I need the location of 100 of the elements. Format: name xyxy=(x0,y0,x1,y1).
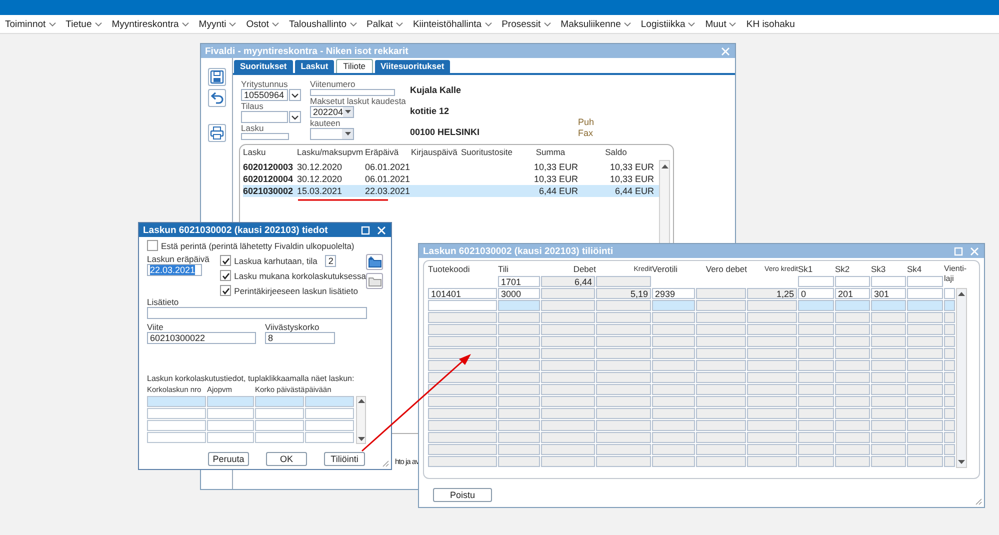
checkbox[interactable] xyxy=(147,240,158,251)
table-cell[interactable] xyxy=(305,432,354,443)
grid-cell[interactable] xyxy=(652,360,695,371)
grid-cell[interactable] xyxy=(696,456,746,467)
grid-cell[interactable] xyxy=(541,324,595,335)
grid-cell[interactable] xyxy=(696,360,746,371)
total-cell[interactable] xyxy=(596,276,651,287)
grid-cell[interactable] xyxy=(835,360,870,371)
due-date-field[interactable]: 22.03.2021 xyxy=(147,264,202,276)
undo-icon[interactable] xyxy=(208,89,226,107)
grid-cell[interactable] xyxy=(835,408,870,419)
scrollbar[interactable] xyxy=(356,396,366,444)
grid-cell[interactable] xyxy=(907,396,943,407)
grid-cell[interactable] xyxy=(428,432,497,443)
grid-cell[interactable] xyxy=(747,384,797,395)
grid-cell[interactable] xyxy=(907,348,943,359)
grid-cell[interactable] xyxy=(541,288,595,299)
grid-cell[interactable] xyxy=(596,408,651,419)
grid-cell[interactable] xyxy=(907,384,943,395)
grid-cell[interactable] xyxy=(798,420,834,431)
tab[interactable]: Tiliote xyxy=(336,59,373,73)
grid-cell[interactable] xyxy=(907,324,943,335)
grid-cell[interactable]: 5,19 xyxy=(596,288,651,299)
grid-cell[interactable] xyxy=(835,300,870,311)
menu-item[interactable]: Palkat xyxy=(364,18,410,30)
grid-cell[interactable] xyxy=(541,444,595,455)
grid-cell[interactable] xyxy=(747,408,797,419)
table-cell[interactable] xyxy=(147,420,206,431)
resize-grip-icon[interactable] xyxy=(382,460,389,467)
reference-field[interactable] xyxy=(310,89,395,96)
tab[interactable]: Viitesuoritukset xyxy=(374,60,450,73)
menu-item[interactable]: Logistiikka xyxy=(638,18,702,30)
grid-cell[interactable] xyxy=(798,444,834,455)
menu-item[interactable]: Maksuliikenne xyxy=(558,18,638,30)
grid-cell[interactable] xyxy=(944,408,955,419)
grid-cell[interactable] xyxy=(835,396,870,407)
grid-cell[interactable] xyxy=(871,432,906,443)
grid-cell[interactable] xyxy=(907,300,943,311)
menu-item[interactable]: Taloushallinto xyxy=(286,18,364,30)
reference-field[interactable]: 60210300022 xyxy=(147,332,256,344)
table-cell[interactable] xyxy=(255,420,304,431)
grid-cell[interactable] xyxy=(652,384,695,395)
grid-cell[interactable] xyxy=(747,432,797,443)
grid-cell[interactable] xyxy=(498,312,540,323)
grid-cell[interactable] xyxy=(747,360,797,371)
print-icon[interactable] xyxy=(208,124,226,142)
grid-cell[interactable] xyxy=(696,336,746,347)
grid-cell[interactable] xyxy=(696,288,746,299)
grid-cell[interactable] xyxy=(798,432,834,443)
folder-icon[interactable] xyxy=(366,273,383,289)
grid-cell[interactable] xyxy=(798,336,834,347)
grid-cell[interactable] xyxy=(696,396,746,407)
grid-cell[interactable] xyxy=(835,444,870,455)
grid-cell[interactable] xyxy=(907,456,943,467)
grid-cell[interactable]: 3000 xyxy=(498,288,540,299)
total-cell[interactable] xyxy=(907,276,943,287)
grid-cell[interactable] xyxy=(798,324,834,335)
grid-cell[interactable] xyxy=(747,348,797,359)
grid-cell[interactable] xyxy=(498,300,540,311)
grid-cell[interactable] xyxy=(747,312,797,323)
grid-cell[interactable] xyxy=(835,432,870,443)
grid-cell[interactable] xyxy=(696,444,746,455)
grid-cell[interactable] xyxy=(747,372,797,383)
grid-cell[interactable] xyxy=(835,312,870,323)
grid-cell[interactable]: 301 xyxy=(871,288,906,299)
scroll-up-icon[interactable] xyxy=(958,292,965,296)
table-cell[interactable] xyxy=(255,396,304,407)
grid-cell[interactable] xyxy=(944,348,955,359)
grid-cell[interactable] xyxy=(747,300,797,311)
grid-cell[interactable] xyxy=(798,300,834,311)
grid-cell[interactable] xyxy=(498,432,540,443)
grid-cell[interactable] xyxy=(428,336,497,347)
period-select[interactable]: 202204 xyxy=(310,106,354,118)
grid-cell[interactable] xyxy=(871,444,906,455)
grid-cell[interactable] xyxy=(871,324,906,335)
grid-cell[interactable] xyxy=(428,300,497,311)
caret-icon[interactable] xyxy=(344,132,350,136)
grid-cell[interactable] xyxy=(596,420,651,431)
table-cell[interactable] xyxy=(305,408,354,419)
grid-cell[interactable] xyxy=(596,456,651,467)
grid-cell[interactable] xyxy=(541,396,595,407)
grid-cell[interactable] xyxy=(596,396,651,407)
grid-cell[interactable] xyxy=(652,408,695,419)
table-cell[interactable] xyxy=(305,396,354,407)
grid-cell[interactable] xyxy=(798,360,834,371)
menu-item[interactable]: Muut xyxy=(702,18,744,30)
dialog-button[interactable]: Tiliöinti xyxy=(324,452,365,466)
resize-grip-icon[interactable] xyxy=(975,498,982,505)
maximize-icon[interactable] xyxy=(361,226,370,234)
grid-cell[interactable] xyxy=(541,300,595,311)
grid-cell[interactable] xyxy=(541,456,595,467)
grid-cell[interactable] xyxy=(696,432,746,443)
grid-cell[interactable] xyxy=(944,420,955,431)
grid-cell[interactable] xyxy=(835,372,870,383)
grid-cell[interactable] xyxy=(835,336,870,347)
grid-cell[interactable] xyxy=(944,300,955,311)
grid-cell[interactable] xyxy=(696,312,746,323)
grid-cell[interactable] xyxy=(498,324,540,335)
total-cell[interactable]: 1701 xyxy=(498,276,540,287)
scroll-up-icon[interactable] xyxy=(358,399,364,403)
